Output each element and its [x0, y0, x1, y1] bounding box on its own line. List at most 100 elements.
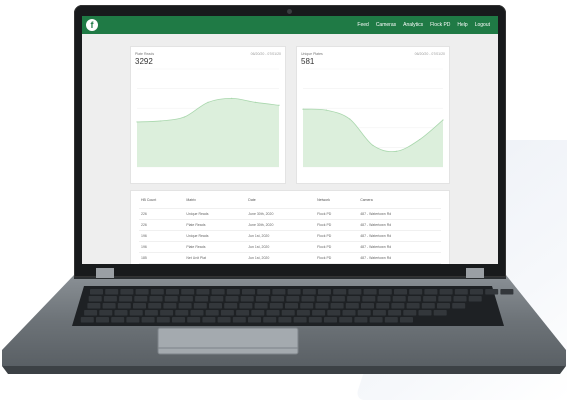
table-row[interactable]: 226 Plate Reads June 30th, 2020 Flock PD 487… [139, 219, 441, 231]
key [424, 289, 438, 295]
key [318, 289, 331, 295]
key [287, 289, 301, 295]
key [369, 317, 383, 323]
column-header[interactable]: Date [246, 195, 316, 209]
key [96, 317, 109, 323]
table-cell: Unique Reads [184, 208, 247, 220]
hinge-left [96, 268, 114, 278]
data-point[interactable] [419, 138, 421, 141]
key [166, 289, 179, 295]
key [242, 289, 255, 295]
key [141, 317, 155, 323]
key [423, 296, 437, 302]
data-point[interactable] [231, 97, 233, 99]
data-point[interactable] [160, 120, 162, 122]
key [357, 310, 371, 316]
data-point[interactable] [302, 108, 304, 110]
table-row[interactable]: 196 Plate Reads Jun 1st, 2020 Flock PD 487 -… [139, 241, 441, 253]
data-point[interactable] [278, 104, 280, 106]
table-cell: 196 [139, 241, 185, 253]
key [210, 296, 224, 302]
key [119, 296, 133, 302]
plate-reads-chart [136, 68, 280, 168]
key [327, 310, 341, 316]
data-point[interactable] [207, 101, 209, 103]
table-cell: Jun 1st, 2020 [246, 241, 316, 253]
nav-feed[interactable]: Feed [357, 16, 368, 34]
key [316, 296, 330, 302]
key [347, 296, 361, 302]
key [312, 310, 326, 316]
key [362, 296, 376, 302]
nav-analytics[interactable]: Analytics [403, 16, 423, 34]
column-header[interactable]: HB Count [139, 195, 185, 209]
data-point[interactable] [372, 144, 374, 147]
webcam [287, 9, 292, 14]
table-cell: 487 - Watertown Rd [358, 219, 441, 231]
card-value: 581 [301, 57, 315, 66]
key [160, 310, 174, 316]
key [300, 303, 314, 309]
key [409, 289, 423, 295]
key [209, 303, 222, 309]
unique-plates-chart [302, 68, 444, 168]
column-header[interactable]: Matrix [184, 195, 247, 209]
table-cell: Flock PD [315, 241, 359, 253]
column-header[interactable]: Network [315, 195, 359, 209]
key [239, 303, 253, 309]
table-row[interactable]: 196 Unique Reads Jun 1st, 2020 Flock PD 487 … [139, 230, 441, 242]
key [468, 296, 482, 302]
key [394, 289, 407, 295]
date-range[interactable]: 06/20/20 - 07/01/20 [251, 52, 281, 56]
key [354, 317, 368, 323]
nav-help[interactable]: Help [457, 16, 467, 34]
data-point[interactable] [183, 116, 185, 118]
reads-table: HB Count Matrix Date Network Camera 226 U… [139, 195, 441, 264]
table-cell: 487 - Watertown Rd [358, 241, 441, 253]
key [178, 303, 192, 309]
key [240, 296, 254, 302]
key [324, 317, 337, 323]
key [90, 289, 103, 295]
table-cell: Flock PD [315, 252, 359, 264]
data-point[interactable] [442, 119, 444, 121]
key [421, 303, 435, 309]
key [342, 310, 356, 316]
key [500, 289, 514, 295]
key [302, 289, 316, 295]
key [439, 289, 453, 295]
key [339, 317, 353, 323]
key [181, 289, 195, 295]
key [263, 317, 277, 323]
nav-cameras[interactable]: Cameras [376, 16, 396, 34]
key [149, 296, 163, 302]
key [418, 310, 432, 316]
table-row[interactable]: 185 Net Unit Plat Jun 1st, 2020 Flock PD 487… [139, 252, 441, 264]
data-point[interactable] [349, 118, 351, 120]
key [308, 317, 322, 323]
key [391, 303, 405, 309]
date-range[interactable]: 06/20/20 - 07/01/20 [415, 52, 445, 56]
data-point[interactable] [254, 101, 256, 103]
nav-flock-pd[interactable]: Flock PD [430, 16, 450, 34]
data-point[interactable] [136, 121, 138, 123]
table-cell: Plate Reads [184, 219, 247, 231]
key [163, 303, 177, 309]
key [454, 289, 468, 295]
key [372, 310, 386, 316]
table-header-row: HB Count Matrix Date Network Camera [139, 195, 441, 209]
column-header[interactable]: Camera [358, 195, 441, 209]
key [331, 296, 345, 302]
table-cell: Jun 1st, 2020 [246, 252, 316, 264]
card-title: Plate Reads [135, 52, 155, 56]
key [217, 317, 231, 323]
key [111, 317, 125, 323]
nav-logout[interactable]: Logout [475, 16, 490, 34]
data-point[interactable] [395, 150, 397, 152]
key [226, 289, 240, 295]
table-row[interactable]: 226 Unique Reads June 30th, 2020 Flock PD 48… [139, 208, 441, 220]
key [88, 296, 102, 302]
logo[interactable]: f [86, 19, 98, 31]
table-cell: 226 [139, 219, 185, 231]
data-point[interactable] [325, 109, 327, 111]
